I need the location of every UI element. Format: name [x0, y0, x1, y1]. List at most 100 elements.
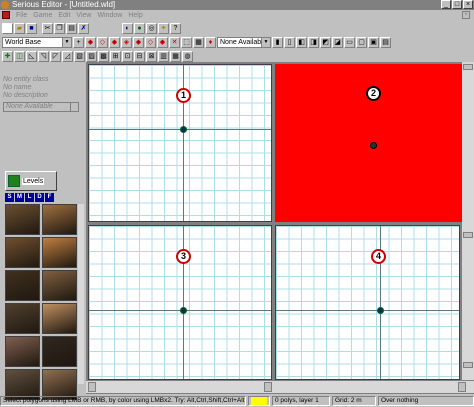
- menu-window[interactable]: Window: [97, 12, 122, 19]
- tool-j-icon[interactable]: ▤: [380, 36, 391, 48]
- none-available-combo[interactable]: None Available ▼: [217, 36, 271, 48]
- vertical-scrollbar[interactable]: [462, 62, 474, 380]
- delete-icon[interactable]: ✗: [78, 22, 89, 34]
- entity-name-label: No name: [3, 84, 32, 91]
- entity-description-label: No description: [3, 92, 48, 99]
- shade-icon[interactable]: ▥: [158, 50, 169, 62]
- entity-marker[interactable]: [180, 126, 187, 133]
- title-bar: Serious Editor - [Untitled.wld] _ □ ×: [0, 0, 474, 10]
- level-thumbnail[interactable]: [42, 336, 77, 367]
- tool-b-icon[interactable]: ▯: [284, 36, 295, 48]
- csg-join-icon[interactable]: ◆: [85, 36, 96, 48]
- wire-icon[interactable]: ⊟: [134, 50, 145, 62]
- lit-icon[interactable]: ◍: [182, 50, 193, 62]
- tool-c-icon[interactable]: ◧: [296, 36, 307, 48]
- level-thumbnail[interactable]: [42, 303, 77, 334]
- vertex-mode-icon[interactable]: ◸: [50, 50, 61, 62]
- world-base-combo[interactable]: World Base ▼: [2, 36, 72, 48]
- minimize-button[interactable]: _: [441, 0, 451, 9]
- tex-icon[interactable]: ▦: [170, 50, 181, 62]
- entity-marker[interactable]: [180, 307, 187, 314]
- new-icon[interactable]: [2, 22, 13, 34]
- window-title: Serious Editor - [Untitled.wld]: [12, 0, 116, 9]
- tab-full[interactable]: F: [45, 193, 54, 202]
- property-combo[interactable]: None Available: [3, 102, 79, 112]
- select-icon[interactable]: ◫: [14, 50, 25, 62]
- tool-i-icon[interactable]: ▣: [368, 36, 379, 48]
- sphere-icon[interactable]: ●: [134, 22, 145, 34]
- tool-f-icon[interactable]: ◪: [332, 36, 343, 48]
- level-thumbnail[interactable]: [42, 270, 77, 301]
- texture-mode-icon[interactable]: ▧: [74, 50, 85, 62]
- snap-icon[interactable]: ⊡: [122, 50, 133, 62]
- view-mode-icon[interactable]: ▩: [98, 50, 109, 62]
- csg-rooms-icon[interactable]: ◆: [133, 36, 144, 48]
- primitive-icon[interactable]: ⬚: [181, 36, 192, 48]
- tool-e-icon[interactable]: ◩: [320, 36, 331, 48]
- csg-remove-icon[interactable]: ◈: [121, 36, 132, 48]
- status-color: [248, 396, 270, 406]
- csg-split-icon[interactable]: ◇: [97, 36, 108, 48]
- close-button[interactable]: ×: [463, 0, 473, 9]
- level-thumbnail[interactable]: [5, 336, 40, 367]
- entity-icon[interactable]: ♦: [205, 36, 216, 48]
- level-thumbnail[interactable]: [5, 270, 40, 301]
- level-thumbnail[interactable]: [42, 204, 77, 235]
- level-thumbnail[interactable]: [5, 204, 40, 235]
- camera-icon[interactable]: ◎: [146, 22, 157, 34]
- terrain-icon[interactable]: ▦: [193, 36, 204, 48]
- tool-h-icon[interactable]: ▢: [356, 36, 367, 48]
- flat-icon[interactable]: ⊠: [146, 50, 157, 62]
- menu-game[interactable]: Game: [33, 12, 52, 19]
- browser-scrollbar[interactable]: [78, 204, 84, 384]
- csg-add-icon[interactable]: ◆: [109, 36, 120, 48]
- tool-d-icon[interactable]: ◨: [308, 36, 319, 48]
- csg-split-polygons-icon[interactable]: ◇: [145, 36, 156, 48]
- entity-marker[interactable]: [377, 307, 384, 314]
- menu-file[interactable]: File: [16, 12, 27, 19]
- csg-cancel-icon[interactable]: ✕: [169, 36, 180, 48]
- light-icon[interactable]: ✦: [158, 22, 169, 34]
- viewport-1[interactable]: 1: [88, 64, 272, 222]
- help-icon[interactable]: ?: [170, 22, 181, 34]
- app-icon[interactable]: [1, 1, 9, 9]
- viewport-4[interactable]: 4: [275, 225, 460, 380]
- grid-icon[interactable]: ⊞: [110, 50, 121, 62]
- tab-details[interactable]: D: [35, 193, 44, 202]
- tool-a-icon[interactable]: ▮: [272, 36, 283, 48]
- maximize-button[interactable]: □: [452, 0, 462, 9]
- entity-mode-icon[interactable]: ◿: [62, 50, 73, 62]
- globe-icon[interactable]: ◐: [122, 22, 133, 34]
- document-close-icon[interactable]: ×: [462, 11, 470, 19]
- cut-icon[interactable]: ✂: [42, 22, 53, 34]
- tab-medium[interactable]: M: [15, 193, 24, 202]
- level-thumbnail[interactable]: [5, 237, 40, 268]
- sector-mode-icon[interactable]: ◹: [38, 50, 49, 62]
- move-icon[interactable]: ✚: [2, 50, 13, 62]
- level-thumbnail[interactable]: [42, 237, 77, 268]
- terrain-mode-icon[interactable]: ▨: [86, 50, 97, 62]
- entity-class-label: No entity class: [3, 76, 49, 83]
- copy-icon[interactable]: ❐: [54, 22, 65, 34]
- polygon-mode-icon[interactable]: ◺: [26, 50, 37, 62]
- document-icon[interactable]: [2, 11, 10, 19]
- tab-small[interactable]: S: [5, 193, 14, 202]
- open-icon[interactable]: ▰: [14, 22, 25, 34]
- viewport-2[interactable]: 2: [275, 64, 462, 222]
- tool-g-icon[interactable]: ▭: [344, 36, 355, 48]
- menu-edit[interactable]: Edit: [58, 12, 70, 19]
- paste-icon[interactable]: ▤: [66, 22, 77, 34]
- csg-join-layers-icon[interactable]: ◆: [157, 36, 168, 48]
- add-icon[interactable]: +: [73, 36, 84, 48]
- tab-large[interactable]: L: [25, 193, 34, 202]
- levels-folder[interactable]: Levels: [5, 171, 57, 191]
- entity-marker[interactable]: [370, 142, 377, 149]
- menu-view[interactable]: View: [76, 12, 91, 19]
- save-icon[interactable]: ■: [26, 22, 37, 34]
- folder-icon: [8, 175, 20, 187]
- level-thumbnail[interactable]: [5, 303, 40, 334]
- left-panel: No entity class No name No description N…: [0, 63, 85, 400]
- viewport-3[interactable]: 3: [88, 225, 272, 380]
- menu-help[interactable]: Help: [128, 12, 142, 19]
- horizontal-scrollbar[interactable]: [86, 381, 474, 393]
